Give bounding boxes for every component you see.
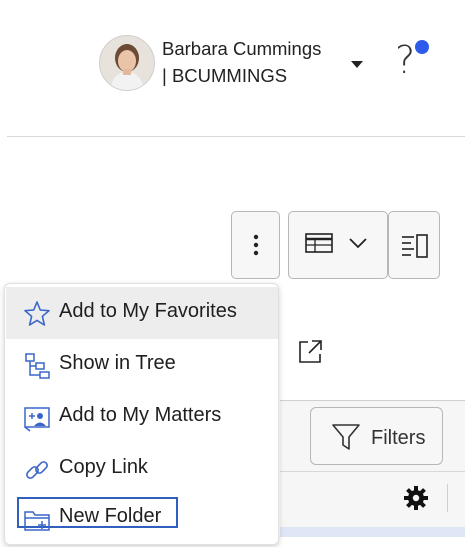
menu-item-add-to-favorites[interactable]: Add to My Favorites [6,287,278,339]
filters-button[interactable]: Filters [310,407,443,465]
chevron-down-icon [349,238,367,249]
side-panel-button[interactable] [388,211,440,279]
help-icon[interactable]: ? [393,38,429,84]
menu-item-label: Copy Link [59,456,148,478]
menu-item-label: New Folder [59,505,162,527]
add-matter-icon [23,404,51,432]
menu-item-show-in-tree[interactable]: Show in Tree [6,339,278,391]
header-divider [7,136,465,137]
table-header-divider [280,471,465,472]
avatar[interactable] [99,35,155,91]
external-link-icon[interactable] [296,338,324,371]
user-name[interactable]: Barbara Cummings [162,38,321,60]
context-menu: Add to My Favorites Show in Tree Add to … [4,283,279,545]
gear-icon[interactable] [402,484,430,517]
kebab-menu-icon [253,234,259,256]
selected-row [280,527,465,537]
user-avatar-image [100,36,154,90]
link-icon [23,456,51,484]
menu-item-new-folder[interactable]: New Folder [6,495,278,547]
more-options-button[interactable] [231,211,280,279]
star-icon [23,300,51,328]
menu-item-add-to-matters[interactable]: Add to My Matters [6,391,278,443]
user-id[interactable]: | BCUMMINGS [162,65,287,87]
notification-dot [415,40,429,54]
new-folder-icon [23,506,51,534]
caret-down-icon[interactable] [350,56,364,74]
menu-item-label: Show in Tree [59,352,176,374]
menu-item-label: Add to My Favorites [59,300,237,322]
filter-icon [332,424,360,450]
menu-item-label: Add to My Matters [59,404,222,426]
column-separator [447,484,448,512]
menu-item-copy-link[interactable]: Copy Link [6,443,278,495]
filters-label: Filters [371,427,426,449]
view-mode-button[interactable] [288,211,388,279]
tree-icon [23,352,51,380]
side-panel-icon [402,234,428,258]
table-view-icon [305,233,333,253]
